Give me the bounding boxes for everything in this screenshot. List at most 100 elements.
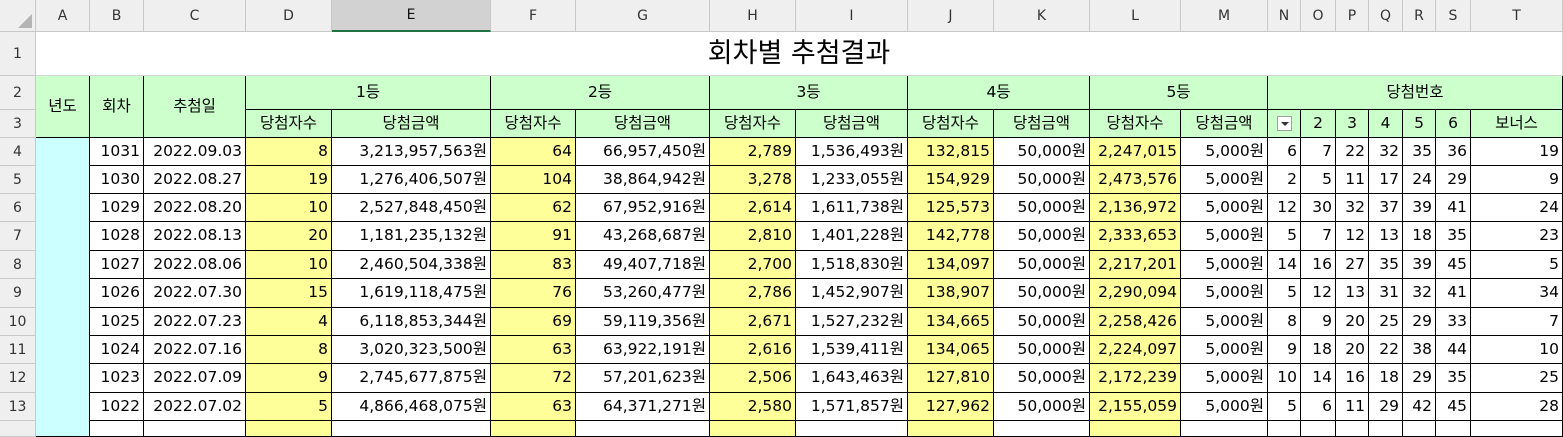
winning-number-cell[interactable]: 29	[1369, 393, 1403, 421]
partial-row-cell[interactable]	[1336, 421, 1369, 437]
winning-number-cell[interactable]: 45	[1436, 251, 1471, 279]
header-number-5[interactable]: 5	[1403, 110, 1436, 138]
row-header-13[interactable]: 13	[0, 393, 36, 421]
rank4-winners-cell[interactable]: 134,665	[908, 308, 994, 336]
draw-date-cell[interactable]: 2022.07.02	[144, 393, 246, 421]
rank3-winners-cell[interactable]: 2,506	[710, 364, 796, 393]
round-cell[interactable]: 1031	[90, 138, 144, 166]
rank3-winners-cell[interactable]: 2,614	[710, 194, 796, 222]
winning-number-cell[interactable]: 13	[1336, 279, 1369, 308]
partial-row-cell[interactable]	[90, 421, 144, 437]
winning-number-cell[interactable]: 33	[1436, 308, 1471, 336]
round-cell[interactable]: 1029	[90, 194, 144, 222]
rank2-amount-cell[interactable]: 43,268,687원	[576, 222, 710, 251]
sheet-title[interactable]: 회차별 추첨결과	[36, 32, 1563, 76]
row-header-12[interactable]: 12	[0, 364, 36, 393]
rank2-amount-cell[interactable]: 66,957,450원	[576, 138, 710, 166]
header-prize-amount[interactable]: 당첨금액	[332, 110, 491, 138]
round-cell[interactable]: 1025	[90, 308, 144, 336]
rank3-amount-cell[interactable]: 1,643,463원	[796, 364, 908, 393]
row-header-11[interactable]: 11	[0, 336, 36, 364]
winning-number-cell[interactable]: 35	[1436, 364, 1471, 393]
winning-number-cell[interactable]: 32	[1336, 194, 1369, 222]
winning-number-cell[interactable]: 42	[1403, 393, 1436, 421]
row-header-partial[interactable]	[0, 421, 36, 437]
spreadsheet-grid[interactable]: A B C D E F G H I J K L M N O P Q R S T 1 2 3 4 5 6 7 8 9 10 11 12 13 회차별…	[0, 0, 1563, 437]
row-header-8[interactable]: 8	[0, 251, 36, 279]
partial-row-cell[interactable]	[1268, 421, 1301, 437]
winning-number-cell[interactable]: 9	[1301, 308, 1336, 336]
partial-row-cell[interactable]	[908, 421, 994, 437]
rank1-amount-cell[interactable]: 3,020,323,500원	[332, 336, 491, 364]
rank1-winners-cell[interactable]: 15	[246, 279, 332, 308]
rank3-amount-cell[interactable]: 1,536,493원	[796, 138, 908, 166]
rank2-amount-cell[interactable]: 63,922,191원	[576, 336, 710, 364]
rank3-winners-cell[interactable]: 3,278	[710, 166, 796, 194]
winning-number-cell[interactable]: 8	[1268, 308, 1301, 336]
draw-date-cell[interactable]: 2022.07.09	[144, 364, 246, 393]
winning-number-cell[interactable]: 18	[1403, 222, 1436, 251]
winning-number-cell[interactable]: 5	[1268, 279, 1301, 308]
draw-date-cell[interactable]: 2022.07.23	[144, 308, 246, 336]
header-prize-amount[interactable]: 당첨금액	[796, 110, 908, 138]
row-header-3[interactable]: 3	[0, 110, 36, 138]
rank5-amount-cell[interactable]: 5,000원	[1181, 251, 1268, 279]
rank3-amount-cell[interactable]: 1,539,411원	[796, 336, 908, 364]
rank1-winners-cell[interactable]: 8	[246, 138, 332, 166]
rank5-winners-cell[interactable]: 2,290,094	[1090, 279, 1181, 308]
partial-row-cell[interactable]	[994, 421, 1090, 437]
rank3-winners-cell[interactable]: 2,810	[710, 222, 796, 251]
rank2-winners-cell[interactable]: 91	[491, 222, 576, 251]
winning-number-cell[interactable]: 14	[1301, 364, 1336, 393]
winning-number-cell[interactable]: 11	[1336, 166, 1369, 194]
winning-number-cell[interactable]: 31	[1369, 279, 1403, 308]
rank5-amount-cell[interactable]: 5,000원	[1181, 138, 1268, 166]
header-winners-count[interactable]: 당첨자수	[710, 110, 796, 138]
winning-number-cell[interactable]: 39	[1403, 251, 1436, 279]
bonus-number-cell[interactable]: 5	[1471, 251, 1563, 279]
rank4-winners-cell[interactable]: 125,573	[908, 194, 994, 222]
header-rank5[interactable]: 5등	[1090, 76, 1268, 110]
winning-number-cell[interactable]: 7	[1301, 138, 1336, 166]
rank2-winners-cell[interactable]: 69	[491, 308, 576, 336]
header-winning-numbers[interactable]: 당첨번호	[1268, 76, 1563, 110]
rank3-amount-cell[interactable]: 1,571,857원	[796, 393, 908, 421]
winning-number-cell[interactable]: 38	[1403, 336, 1436, 364]
winning-number-cell[interactable]: 29	[1403, 364, 1436, 393]
bonus-number-cell[interactable]: 28	[1471, 393, 1563, 421]
round-cell[interactable]: 1026	[90, 279, 144, 308]
bonus-number-cell[interactable]: 9	[1471, 166, 1563, 194]
column-header-r[interactable]: R	[1403, 0, 1436, 32]
rank2-amount-cell[interactable]: 59,119,356원	[576, 308, 710, 336]
partial-row-cell[interactable]	[491, 421, 576, 437]
partial-row-cell[interactable]	[144, 421, 246, 437]
column-header-c[interactable]: C	[144, 0, 246, 32]
winning-number-cell[interactable]: 35	[1369, 251, 1403, 279]
rank2-amount-cell[interactable]: 67,952,916원	[576, 194, 710, 222]
rank3-amount-cell[interactable]: 1,611,738원	[796, 194, 908, 222]
rank1-amount-cell[interactable]: 2,745,677,875원	[332, 364, 491, 393]
partial-row-cell[interactable]	[796, 421, 908, 437]
header-prize-amount[interactable]: 당첨금액	[576, 110, 710, 138]
rank5-amount-cell[interactable]: 5,000원	[1181, 393, 1268, 421]
winning-number-cell[interactable]: 45	[1436, 393, 1471, 421]
winning-number-cell[interactable]: 5	[1268, 393, 1301, 421]
rank4-amount-cell[interactable]: 50,000원	[994, 308, 1090, 336]
header-number-2[interactable]: 2	[1301, 110, 1336, 138]
column-header-n[interactable]: N	[1268, 0, 1301, 32]
rank2-amount-cell[interactable]: 57,201,623원	[576, 364, 710, 393]
partial-row-cell[interactable]	[1181, 421, 1268, 437]
header-prize-amount[interactable]: 당첨금액	[994, 110, 1090, 138]
partial-row-cell[interactable]	[332, 421, 491, 437]
rank5-amount-cell[interactable]: 5,000원	[1181, 336, 1268, 364]
rank4-winners-cell[interactable]: 154,929	[908, 166, 994, 194]
winning-number-cell[interactable]: 20	[1336, 308, 1369, 336]
filter-dropdown-icon[interactable]	[1276, 116, 1292, 131]
rank1-amount-cell[interactable]: 3,213,957,563원	[332, 138, 491, 166]
row-header-2[interactable]: 2	[0, 76, 36, 110]
rank4-amount-cell[interactable]: 50,000원	[994, 251, 1090, 279]
column-header-h[interactable]: H	[710, 0, 796, 32]
winning-number-cell[interactable]: 16	[1301, 251, 1336, 279]
winning-number-cell[interactable]: 41	[1436, 279, 1471, 308]
rank1-winners-cell[interactable]: 9	[246, 364, 332, 393]
